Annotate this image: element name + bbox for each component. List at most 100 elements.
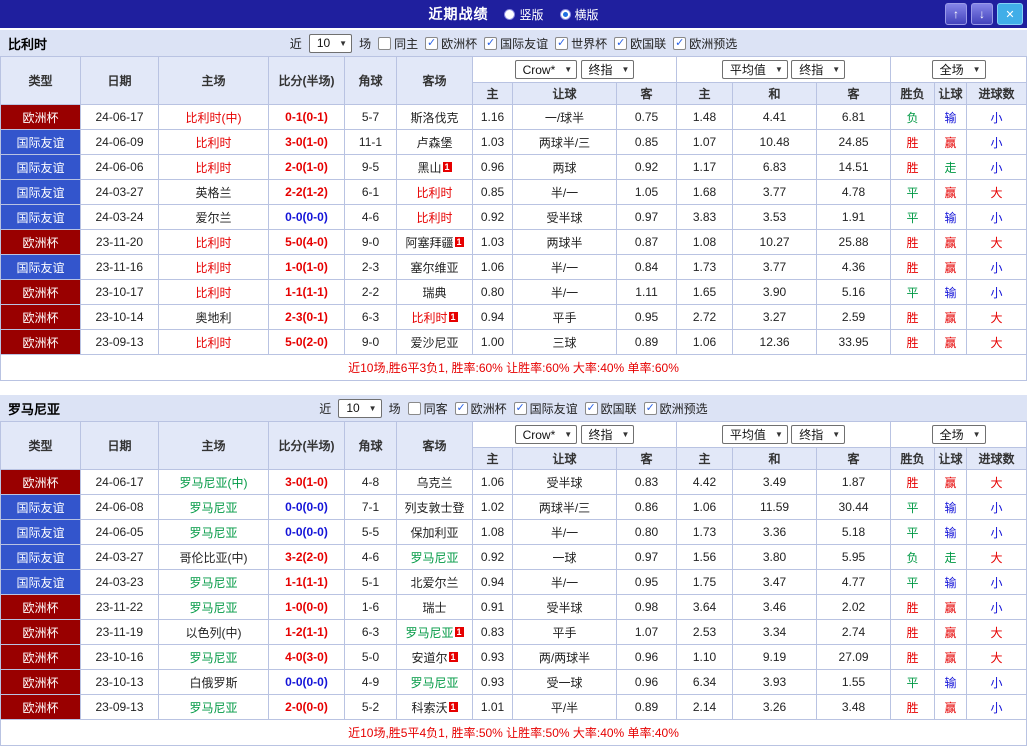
match-scope-dropdown[interactable]: 全场▼ bbox=[932, 60, 986, 79]
home-team-cell[interactable]: 爱尔兰 bbox=[159, 205, 269, 230]
average-odds-dropdown[interactable]: 平均值▼ bbox=[722, 60, 788, 79]
match-date: 23-11-19 bbox=[81, 620, 159, 645]
home-team-cell[interactable]: 罗马尼亚 bbox=[159, 570, 269, 595]
league-filter-checkbox[interactable]: ✓国际友谊 bbox=[514, 400, 578, 417]
away-team-cell[interactable]: 阿塞拜疆1 bbox=[397, 230, 473, 255]
league-filter-checkbox[interactable]: ✓欧洲杯 bbox=[455, 400, 507, 417]
away-team-cell[interactable]: 斯洛伐克 bbox=[397, 105, 473, 130]
away-team-cell[interactable]: 爱沙尼亚 bbox=[397, 330, 473, 355]
handicap-away-odds: 1.11 bbox=[617, 280, 677, 305]
away-team-name: 罗马尼亚 bbox=[410, 676, 458, 690]
handicap-line: 一球 bbox=[513, 545, 617, 570]
away-team-cell[interactable]: 保加利亚 bbox=[397, 520, 473, 545]
average-odds-dropdown[interactable]: 平均值▼ bbox=[722, 425, 788, 444]
home-team-cell[interactable]: 白俄罗斯 bbox=[159, 670, 269, 695]
match-score: 4-0(3-0) bbox=[269, 645, 345, 670]
away-team-cell[interactable]: 卢森堡 bbox=[397, 130, 473, 155]
checkbox-icon bbox=[378, 37, 391, 50]
handicap-result-flag: 输 bbox=[935, 520, 967, 545]
home-team-cell[interactable]: 罗马尼亚 bbox=[159, 695, 269, 720]
league-filter-checkbox[interactable]: ✓欧国联 bbox=[585, 400, 637, 417]
page-title: 近期战绩 bbox=[428, 4, 488, 24]
home-team-cell[interactable]: 比利时(中) bbox=[159, 105, 269, 130]
home-team-cell[interactable]: 哥伦比亚(中) bbox=[159, 545, 269, 570]
home-team-cell[interactable]: 比利时 bbox=[159, 280, 269, 305]
checkbox-icon: ✓ bbox=[614, 37, 627, 50]
avg-away-odds: 5.95 bbox=[817, 545, 891, 570]
away-team-cell[interactable]: 瑞士 bbox=[397, 595, 473, 620]
rank-badge: 1 bbox=[455, 627, 464, 637]
result-flag: 胜 bbox=[891, 305, 935, 330]
league-filter-checkbox[interactable]: ✓国际友谊 bbox=[484, 35, 548, 52]
final-odds-dropdown-value: 终指 bbox=[799, 426, 823, 443]
home-team-cell[interactable]: 比利时 bbox=[159, 130, 269, 155]
close-button[interactable]: ✕ bbox=[997, 3, 1023, 25]
away-team-cell[interactable]: 瑞典 bbox=[397, 280, 473, 305]
home-team-cell[interactable]: 比利时 bbox=[159, 230, 269, 255]
corner-count: 4-6 bbox=[345, 205, 397, 230]
same-venue-checkbox-label: 同客 bbox=[424, 400, 448, 417]
final-odds-dropdown[interactable]: 终指▼ bbox=[581, 425, 635, 444]
home-team-cell[interactable]: 罗马尼亚 bbox=[159, 520, 269, 545]
away-team-cell[interactable]: 北爱尔兰 bbox=[397, 570, 473, 595]
avg-away-odds: 14.51 bbox=[817, 155, 891, 180]
chevron-down-icon: ▼ bbox=[369, 404, 377, 413]
handicap-result-flag: 输 bbox=[935, 205, 967, 230]
final-odds-dropdown[interactable]: 终指▼ bbox=[791, 425, 845, 444]
league-filter-checkbox[interactable]: ✓世界杯 bbox=[555, 35, 607, 52]
avg-draw-odds: 9.19 bbox=[733, 645, 817, 670]
same-venue-checkbox[interactable]: 同客 bbox=[408, 400, 448, 417]
recent-count-dropdown[interactable]: 10▼ bbox=[309, 34, 352, 53]
final-odds-dropdown[interactable]: 终指▼ bbox=[581, 60, 635, 79]
away-team-cell[interactable]: 罗马尼亚 bbox=[397, 670, 473, 695]
table-row: 欧洲杯23-09-13罗马尼亚2-0(0-0)5-2科索沃11.01平/半0.8… bbox=[1, 695, 1027, 720]
league-filter-checkbox[interactable]: ✓欧洲杯 bbox=[425, 35, 477, 52]
home-team-cell[interactable]: 罗马尼亚 bbox=[159, 645, 269, 670]
home-team-cell[interactable]: 比利时 bbox=[159, 155, 269, 180]
home-team-name: 比利时 bbox=[195, 161, 231, 175]
away-team-cell[interactable]: 列支敦士登 bbox=[397, 495, 473, 520]
home-team-cell[interactable]: 比利时 bbox=[159, 255, 269, 280]
handicap-line: 两球半/三 bbox=[513, 495, 617, 520]
home-team-cell[interactable]: 以色列(中) bbox=[159, 620, 269, 645]
match-date: 24-06-05 bbox=[81, 520, 159, 545]
match-type-badge: 国际友谊 bbox=[1, 180, 81, 205]
home-team-cell[interactable]: 比利时 bbox=[159, 330, 269, 355]
match-scope-dropdown[interactable]: 全场▼ bbox=[932, 425, 986, 444]
radio-horizontal-layout[interactable]: 横版 bbox=[560, 6, 599, 23]
home-team-cell[interactable]: 罗马尼亚 bbox=[159, 495, 269, 520]
home-team-cell[interactable]: 罗马尼亚(中) bbox=[159, 470, 269, 495]
away-team-cell[interactable]: 塞尔维亚 bbox=[397, 255, 473, 280]
away-team-name: 科索沃 bbox=[411, 701, 447, 715]
away-team-cell[interactable]: 乌克兰 bbox=[397, 470, 473, 495]
handicap-away-odds: 0.97 bbox=[617, 545, 677, 570]
away-team-cell[interactable]: 比利时 bbox=[397, 205, 473, 230]
radio-vertical-layout[interactable]: 竖版 bbox=[504, 6, 543, 23]
scroll-down-button[interactable]: ↓ bbox=[971, 3, 993, 25]
same-venue-checkbox[interactable]: 同主 bbox=[378, 35, 418, 52]
home-team-cell[interactable]: 罗马尼亚 bbox=[159, 595, 269, 620]
avg-draw-odds: 3.26 bbox=[733, 695, 817, 720]
home-team-cell[interactable]: 奥地利 bbox=[159, 305, 269, 330]
scroll-up-button[interactable]: ↑ bbox=[945, 3, 967, 25]
away-team-cell[interactable]: 比利时1 bbox=[397, 305, 473, 330]
league-filter-checkbox[interactable]: ✓欧国联 bbox=[614, 35, 666, 52]
handicap-home-odds: 0.96 bbox=[473, 155, 513, 180]
home-team-cell[interactable]: 英格兰 bbox=[159, 180, 269, 205]
away-team-cell[interactable]: 比利时 bbox=[397, 180, 473, 205]
away-team-cell[interactable]: 罗马尼亚 bbox=[397, 545, 473, 570]
away-team-cell[interactable]: 安道尔1 bbox=[397, 645, 473, 670]
home-team-name: 罗马尼亚 bbox=[189, 501, 237, 515]
away-team-cell[interactable]: 科索沃1 bbox=[397, 695, 473, 720]
final-odds-dropdown[interactable]: 终指▼ bbox=[791, 60, 845, 79]
away-team-cell[interactable]: 黑山1 bbox=[397, 155, 473, 180]
league-filter-checkbox[interactable]: ✓欧洲预选 bbox=[644, 400, 708, 417]
recent-count-dropdown[interactable]: 10▼ bbox=[338, 399, 381, 418]
bookmaker-dropdown[interactable]: Crow*▼ bbox=[515, 425, 578, 444]
avg-draw-odds: 3.46 bbox=[733, 595, 817, 620]
league-filter-checkbox[interactable]: ✓欧洲预选 bbox=[673, 35, 737, 52]
bookmaker-dropdown[interactable]: Crow*▼ bbox=[515, 60, 578, 79]
away-team-cell[interactable]: 罗马尼亚1 bbox=[397, 620, 473, 645]
handicap-home-odds: 0.94 bbox=[473, 570, 513, 595]
column-header: 日期 bbox=[81, 422, 159, 470]
